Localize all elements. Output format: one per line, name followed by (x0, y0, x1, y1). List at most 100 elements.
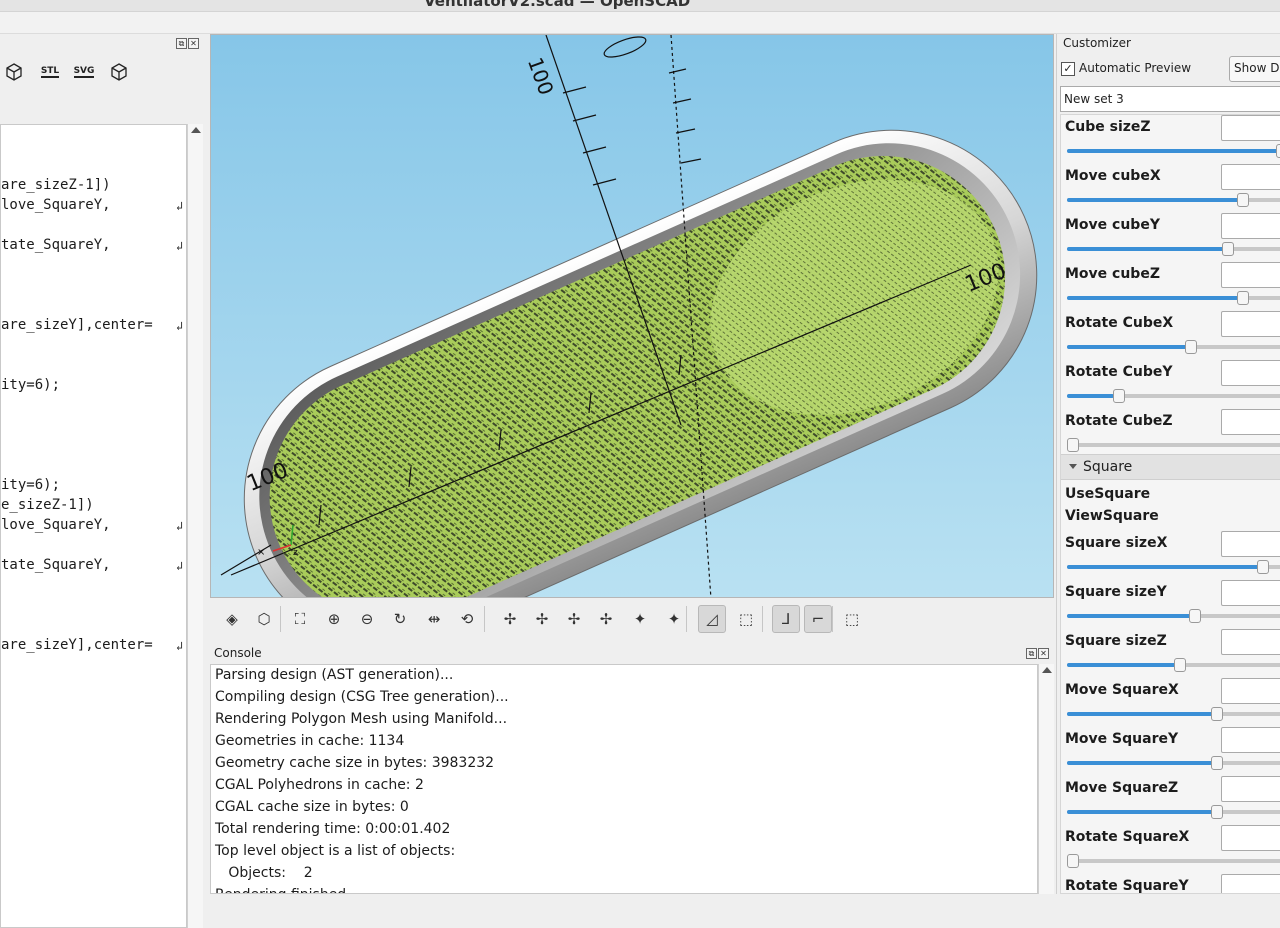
parameter-value-input[interactable] (1221, 531, 1280, 557)
zoom-in-icon[interactable]: ⊕ (320, 605, 348, 633)
view-diagonal-icon[interactable]: ⇹ (420, 605, 448, 633)
console-scrollbar[interactable] (1038, 664, 1054, 894)
export-svg-button[interactable]: SVG (72, 60, 96, 84)
close-icon[interactable]: ✕ (1038, 648, 1049, 659)
slider-handle[interactable] (1221, 242, 1234, 256)
parameter-label: UseSquare (1065, 486, 1151, 502)
automatic-preview-checkbox[interactable]: ✓ (1061, 62, 1075, 76)
render-icon[interactable]: ⬡ (250, 605, 278, 633)
slider-handle[interactable] (1189, 609, 1202, 623)
perspective-icon[interactable]: ◿ (698, 605, 726, 633)
slider-handle[interactable] (1256, 560, 1269, 574)
console-dock-buttons: ⧉ ✕ (1026, 648, 1049, 659)
code-editor[interactable]: are_sizeZ-1]) love_SquareY, ↲ tate_SquareY,… (0, 124, 187, 928)
parameter-slider[interactable] (1067, 389, 1280, 403)
view-all-icon[interactable]: ⛶ (286, 605, 314, 633)
parameter-group-square[interactable]: Square (1061, 454, 1280, 480)
slider-handle[interactable] (1210, 805, 1223, 819)
editor-scrollbar[interactable] (187, 124, 203, 928)
show-scale-icon[interactable]: ⌐ (804, 605, 832, 633)
close-icon[interactable]: ✕ (188, 38, 199, 49)
zoom-out-icon[interactable]: ⊖ (353, 605, 381, 633)
slider-handle[interactable] (1237, 193, 1250, 207)
scroll-up-icon[interactable] (191, 127, 201, 133)
view-top-icon[interactable]: ✦ (626, 605, 654, 633)
parameter-slider[interactable] (1067, 438, 1280, 452)
slider-handle[interactable] (1112, 389, 1125, 403)
parameter-slider[interactable] (1067, 340, 1280, 354)
console-output[interactable]: Parsing design (AST generation)... Compil… (210, 664, 1038, 894)
undock-icon[interactable]: ⧉ (1026, 648, 1037, 659)
console-line: CGAL cache size in bytes: 0 (215, 799, 409, 815)
slider-fill (1067, 247, 1227, 251)
slider-fill (1067, 394, 1115, 398)
parameter-slider[interactable] (1067, 560, 1280, 574)
parameter-slider[interactable] (1067, 854, 1280, 868)
parameter-value-input[interactable] (1221, 360, 1280, 386)
view-center-icon[interactable]: ⟲ (453, 605, 481, 633)
parameter-slider[interactable] (1067, 756, 1280, 770)
model-render: 100 100 100 × z (211, 35, 1053, 597)
show-axes-icon[interactable]: ⅃ (772, 605, 800, 633)
slider-handle[interactable] (1210, 756, 1223, 770)
reset-view-icon[interactable]: ↻ (386, 605, 414, 633)
parameter-slider[interactable] (1067, 144, 1280, 158)
preset-select[interactable]: New set 3 (1060, 86, 1280, 112)
preview-icon[interactable]: ◈ (218, 605, 246, 633)
parameter-value-input[interactable] (1221, 409, 1280, 435)
view-left-icon[interactable]: ✢ (528, 605, 556, 633)
parameter-slider[interactable] (1067, 609, 1280, 623)
3d-viewport[interactable]: 100 100 100 × z (210, 34, 1054, 598)
view-bottom-icon[interactable]: ✦ (660, 605, 688, 633)
code-line: love_SquareY, (1, 197, 111, 213)
group-title: Square (1083, 459, 1133, 475)
code-line: tate_SquareY, (1, 557, 111, 573)
parameter-slider[interactable] (1067, 193, 1280, 207)
render-cube-icon[interactable] (2, 60, 26, 84)
parameter-slider[interactable] (1067, 291, 1280, 305)
console-line: Geometries in cache: 1134 (215, 733, 405, 749)
parameter-value-input[interactable] (1221, 727, 1280, 753)
parameter-slider[interactable] (1067, 805, 1280, 819)
export-3d-icon[interactable] (107, 60, 131, 84)
parameter-value-input[interactable] (1221, 213, 1280, 239)
parameter-value-input[interactable] (1221, 874, 1280, 893)
line-wrap-icon: ↲ (176, 519, 184, 533)
editor-dock-buttons: ⧉ ✕ (176, 38, 199, 49)
slider-handle[interactable] (1276, 144, 1280, 158)
console-line: Objects: 2 (215, 865, 313, 881)
parameter-label: Square sizeX (1065, 535, 1168, 551)
parameter-value-input[interactable] (1221, 115, 1280, 141)
undock-icon[interactable]: ⧉ (176, 38, 187, 49)
parameter-slider[interactable] (1067, 707, 1280, 721)
slider-handle[interactable] (1173, 658, 1186, 672)
parameter-value-input[interactable] (1221, 678, 1280, 704)
parameter-slider[interactable] (1067, 242, 1280, 256)
parameter-label: Rotate SquareX (1065, 829, 1190, 845)
parameter-value-input[interactable] (1221, 262, 1280, 288)
parameter-value-input[interactable] (1221, 776, 1280, 802)
slider-handle[interactable] (1067, 854, 1079, 868)
slider-fill (1067, 149, 1280, 153)
show-details-button[interactable]: Show Details (1229, 56, 1280, 82)
parameter-slider[interactable] (1067, 658, 1280, 672)
show-edges-icon[interactable]: ⬚ (838, 605, 866, 633)
slider-handle[interactable] (1067, 438, 1079, 452)
slider-handle[interactable] (1184, 340, 1197, 354)
editor-toolbar: STL SVG (0, 56, 208, 88)
orthogonal-icon[interactable]: ⬚ (732, 605, 760, 633)
view-back-icon[interactable]: ✢ (560, 605, 588, 633)
slider-fill (1067, 565, 1262, 569)
parameter-value-input[interactable] (1221, 164, 1280, 190)
view-right-icon[interactable]: ✢ (496, 605, 524, 633)
slider-handle[interactable] (1237, 291, 1250, 305)
slider-handle[interactable] (1210, 707, 1223, 721)
slider-fill (1067, 761, 1215, 765)
scroll-up-icon[interactable] (1042, 667, 1052, 673)
parameter-value-input[interactable] (1221, 825, 1280, 851)
parameter-value-input[interactable] (1221, 629, 1280, 655)
export-stl-button[interactable]: STL (38, 60, 62, 84)
parameter-value-input[interactable] (1221, 580, 1280, 606)
view-front-icon[interactable]: ✢ (592, 605, 620, 633)
parameter-value-input[interactable] (1221, 311, 1280, 337)
